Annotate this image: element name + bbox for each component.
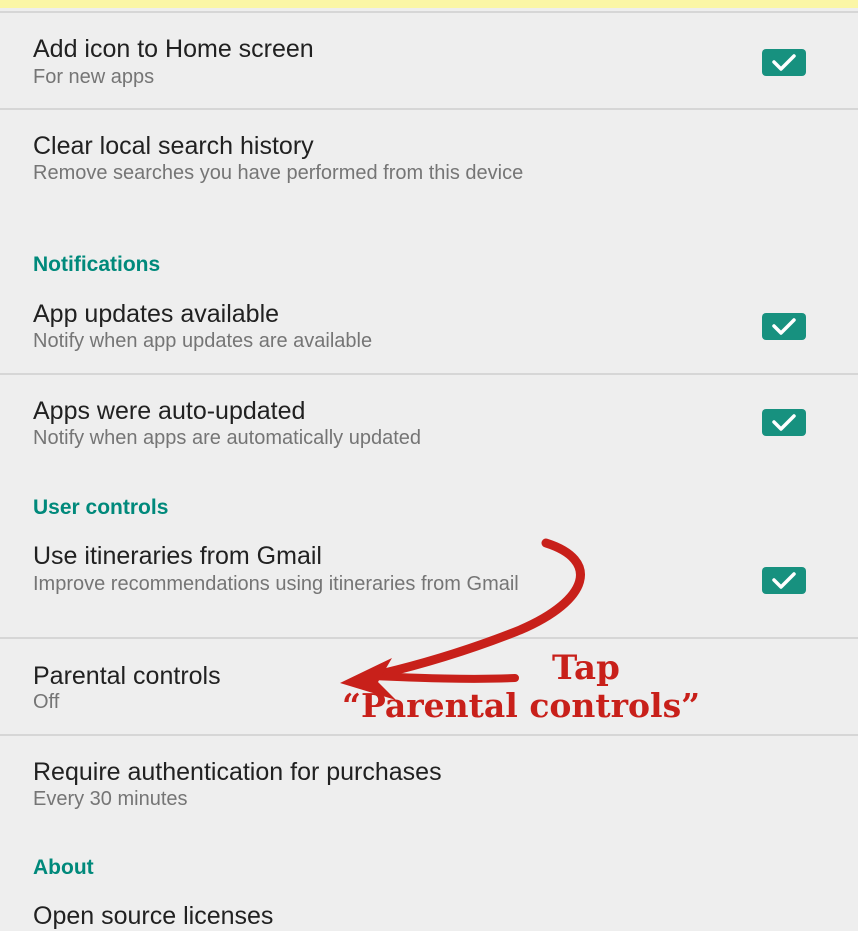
annotation-parental-controls: “Parental controls” <box>342 686 701 725</box>
itineraries-checkbox[interactable] <box>762 567 806 594</box>
setting-title: Clear local search history <box>33 132 314 160</box>
checkmark-icon <box>772 572 796 589</box>
setting-clear-local-search-history[interactable]: Clear local search history Remove search… <box>0 110 858 240</box>
setting-open-source-licenses[interactable]: Open source licenses <box>0 890 858 930</box>
auto-updated-checkbox[interactable] <box>762 409 806 436</box>
setting-subtitle: For new apps <box>33 66 155 88</box>
section-header-user-controls: User controls <box>33 496 169 519</box>
setting-subtitle: Notify when app updates are available <box>33 330 373 352</box>
app-updates-checkbox[interactable] <box>762 313 806 340</box>
setting-require-authentication[interactable]: Require authentication for purchases Eve… <box>0 736 858 842</box>
setting-subtitle: Remove searches you have performed from … <box>33 162 524 184</box>
setting-title: Use itineraries from Gmail <box>33 542 322 570</box>
checkmark-icon <box>772 414 796 431</box>
annotation-tap: Tap <box>552 648 620 688</box>
setting-subtitle: Every 30 minutes <box>33 788 188 810</box>
setting-subtitle: Improve recommendations using itinerarie… <box>33 573 519 595</box>
setting-title: App updates available <box>33 300 280 328</box>
setting-app-updates-available[interactable]: App updates available Notify when app up… <box>0 280 858 372</box>
checkmark-icon <box>772 54 796 71</box>
setting-title: Parental controls <box>33 662 221 690</box>
setting-apps-were-auto-updated[interactable]: Apps were auto-updated Notify when apps … <box>0 375 858 483</box>
section-header-notifications: Notifications <box>33 253 161 276</box>
checkmark-icon <box>772 318 796 335</box>
setting-title: Add icon to Home screen <box>33 35 314 63</box>
highlight-strip <box>0 0 858 8</box>
setting-use-itineraries-from-gmail[interactable]: Use itineraries from Gmail Improve recom… <box>0 525 858 637</box>
setting-title: Open source licenses <box>33 902 274 930</box>
setting-subtitle: Off <box>33 691 60 713</box>
setting-title: Require authentication for purchases <box>33 758 442 786</box>
setting-title: Apps were auto-updated <box>33 397 306 425</box>
add-icon-checkbox[interactable] <box>762 49 806 76</box>
setting-subtitle: Notify when apps are automatically updat… <box>33 427 422 449</box>
section-header-about: About <box>33 856 94 879</box>
setting-add-icon-to-home-screen[interactable]: Add icon to Home screen For new apps <box>0 13 858 110</box>
